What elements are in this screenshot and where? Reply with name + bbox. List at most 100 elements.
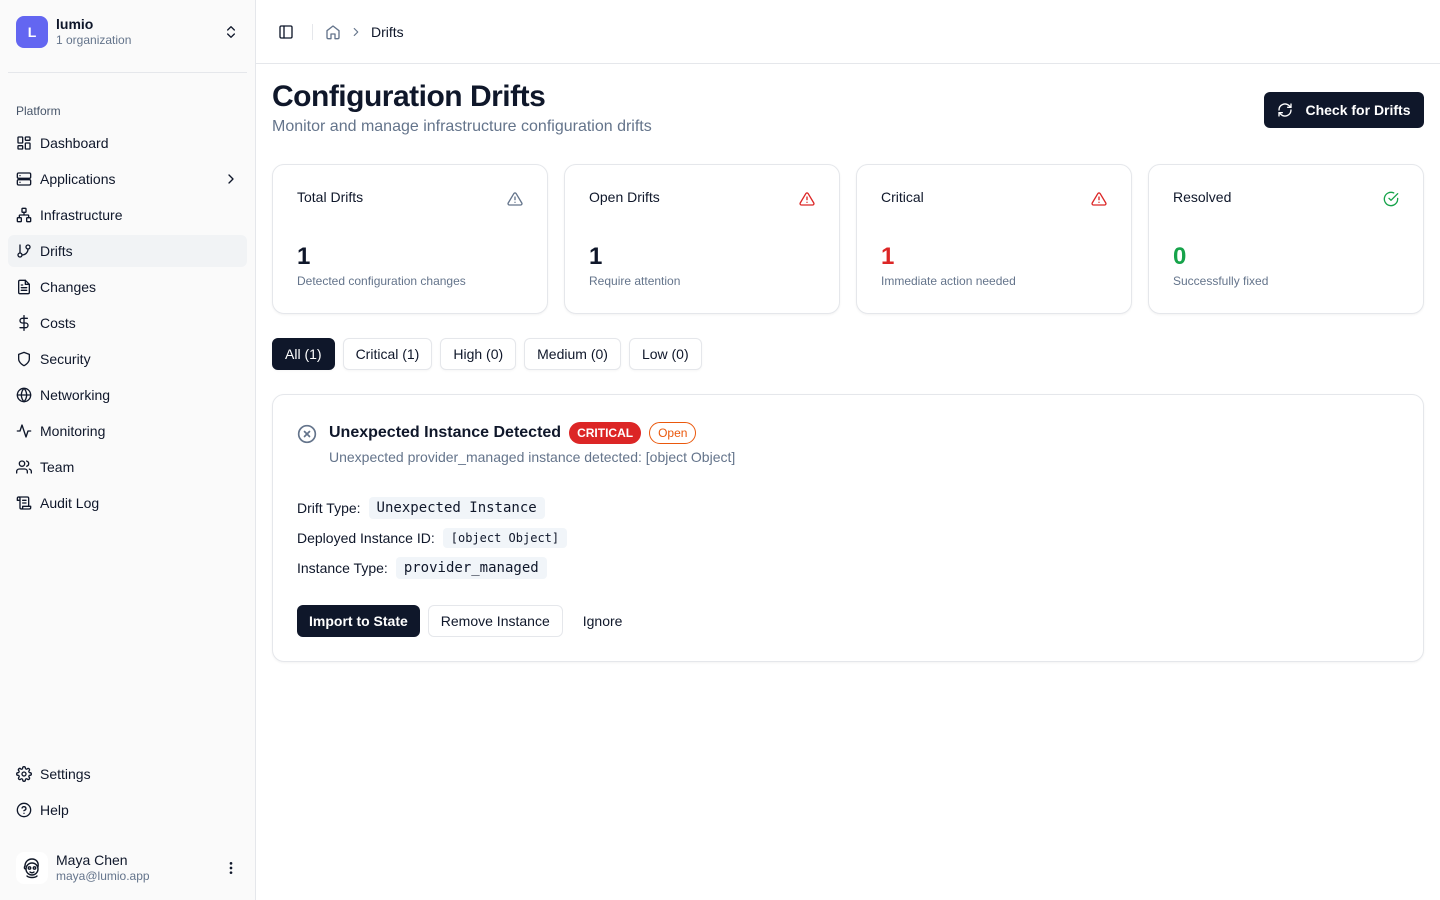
- sidebar-item-label: Settings: [40, 766, 91, 782]
- home-icon[interactable]: [325, 24, 341, 40]
- sidebar-item-security[interactable]: Security: [8, 343, 247, 375]
- import-to-state-button[interactable]: Import to State: [297, 605, 420, 637]
- server-icon: [16, 172, 32, 186]
- org-subtitle: 1 organization: [56, 33, 132, 47]
- sidebar-item-infrastructure[interactable]: Infrastructure: [8, 199, 247, 231]
- topbar: Drifts: [256, 0, 1440, 64]
- avatar: [16, 852, 48, 884]
- sidebar-item-settings[interactable]: Settings: [8, 758, 247, 790]
- breadcrumb-current: Drifts: [371, 23, 404, 40]
- filter-high[interactable]: High (0): [440, 338, 517, 370]
- check-for-drifts-button[interactable]: Check for Drifts: [1264, 92, 1424, 128]
- page-subtitle: Monitor and manage infrastructure config…: [272, 118, 652, 135]
- stat-title: Total Drifts: [297, 189, 364, 205]
- sidebar-item-label: Changes: [40, 279, 97, 295]
- sidebar-item-networking[interactable]: Networking: [8, 379, 247, 411]
- sidebar-item-label: Audit Log: [40, 495, 100, 511]
- stat-card-critical: Critical 1 Immediate action needed: [856, 164, 1132, 314]
- alert-triangle-icon: [1091, 192, 1107, 206]
- sidebar-section-label: Platform: [16, 104, 61, 118]
- layout-grid-icon: [17, 136, 31, 150]
- sidebar-toggle-button[interactable]: [272, 18, 300, 46]
- severity-badge: CRITICAL: [569, 422, 642, 444]
- field-label: Deployed Instance ID:: [297, 530, 435, 546]
- sidebar-item-changes[interactable]: Changes: [8, 271, 247, 303]
- chevron-right-icon: [353, 27, 359, 36]
- filter-all[interactable]: All (1): [272, 338, 335, 370]
- field-label: Drift Type:: [297, 500, 361, 516]
- remove-instance-button[interactable]: Remove Instance: [427, 605, 563, 637]
- scroll-icon: [16, 496, 32, 510]
- stat-title: Resolved: [1173, 189, 1232, 205]
- sidebar-item-applications[interactable]: Applications: [8, 163, 247, 195]
- sidebar-bottom-nav: Settings Help: [8, 758, 247, 830]
- sidebar-item-label: Drifts: [40, 243, 73, 259]
- sidebar-item-team[interactable]: Team: [8, 451, 247, 483]
- stat-card-total-drifts: Total Drifts 1 Detected configuration ch…: [272, 164, 548, 314]
- x-circle-icon: [297, 424, 317, 444]
- sidebar-item-label: Costs: [40, 315, 76, 331]
- sidebar-item-help[interactable]: Help: [8, 794, 247, 826]
- refresh-icon: [1278, 103, 1293, 117]
- alert-triangle-icon: [507, 192, 523, 206]
- filter-low[interactable]: Low (0): [628, 338, 702, 370]
- user-menu[interactable]: Maya Chen maya@lumio.app: [8, 844, 247, 892]
- sidebar-item-drifts[interactable]: Drifts: [8, 235, 247, 267]
- git-branch-icon: [17, 244, 31, 258]
- shield-icon: [18, 351, 30, 367]
- field-value: Unexpected Instance: [368, 497, 545, 519]
- sidebar-item-label: Applications: [40, 171, 116, 187]
- sidebar-item-label: Security: [40, 351, 91, 367]
- stat-value: 1: [589, 243, 603, 270]
- drift-description: Unexpected provider_managed instance det…: [329, 449, 736, 465]
- stat-value: 0: [1173, 243, 1187, 270]
- field-label: Instance Type:: [297, 560, 388, 576]
- breadcrumb: Drifts: [325, 24, 404, 40]
- sidebar-item-audit-log[interactable]: Audit Log: [8, 487, 247, 519]
- gear-icon: [16, 766, 32, 782]
- drift-card: Unexpected Instance Detected CRITICAL Op…: [272, 394, 1424, 662]
- stat-title: Open Drifts: [589, 189, 660, 205]
- users-icon: [16, 460, 32, 474]
- stat-value: 1: [881, 243, 895, 270]
- drift-actions: Import to State Remove Instance Ignore: [297, 605, 634, 637]
- filter-medium[interactable]: Medium (0): [524, 338, 621, 370]
- sidebar-item-dashboard[interactable]: Dashboard: [8, 127, 247, 159]
- avatar-face-icon: [23, 858, 39, 879]
- stat-description: Detected configuration changes: [297, 274, 466, 288]
- severity-filter-tabs: All (1) Critical (1) High (0) Medium (0)…: [272, 338, 702, 370]
- drift-field-type: Drift Type: Unexpected Instance: [297, 497, 545, 519]
- sidebar-item-label: Help: [40, 802, 69, 818]
- filter-critical[interactable]: Critical (1): [342, 338, 433, 370]
- stat-description: Successfully fixed: [1173, 274, 1269, 288]
- alert-triangle-icon: [799, 192, 815, 206]
- field-value: provider_managed: [395, 557, 547, 579]
- stat-title: Critical: [881, 189, 924, 205]
- stat-value: 1: [297, 243, 311, 270]
- stat-description: Require attention: [589, 274, 681, 288]
- sidebar-divider: [8, 72, 247, 73]
- sidebar-item-label: Infrastructure: [40, 207, 123, 223]
- sidebar-item-costs[interactable]: Costs: [8, 307, 247, 339]
- drift-title-row: Unexpected Instance Detected CRITICAL Op…: [329, 422, 697, 444]
- sidebar-item-monitoring[interactable]: Monitoring: [8, 415, 247, 447]
- file-text-icon: [18, 279, 30, 295]
- sidebar-item-label: Networking: [40, 387, 111, 403]
- sidebar: L lumio 1 organization Platform Dashboar…: [0, 0, 256, 900]
- panel-left-icon: [279, 24, 293, 39]
- more-vertical-icon[interactable]: [223, 860, 239, 876]
- stat-description: Immediate action needed: [881, 274, 1016, 288]
- chevron-right-icon: [228, 174, 234, 184]
- org-switcher[interactable]: L lumio 1 organization: [8, 8, 247, 56]
- stat-card-open-drifts: Open Drifts 1 Require attention: [564, 164, 840, 314]
- network-icon: [16, 207, 32, 223]
- sidebar-item-label: Monitoring: [40, 423, 106, 439]
- ignore-button[interactable]: Ignore: [571, 605, 635, 637]
- check-circle-icon: [1383, 191, 1399, 207]
- org-name: lumio: [56, 16, 94, 32]
- user-email: maya@lumio.app: [56, 869, 150, 883]
- status-badge: Open: [649, 422, 697, 444]
- activity-icon: [16, 424, 32, 438]
- page-title: Configuration Drifts: [272, 80, 546, 113]
- drift-field-instance-id: Deployed Instance ID: [object Object]: [297, 528, 568, 548]
